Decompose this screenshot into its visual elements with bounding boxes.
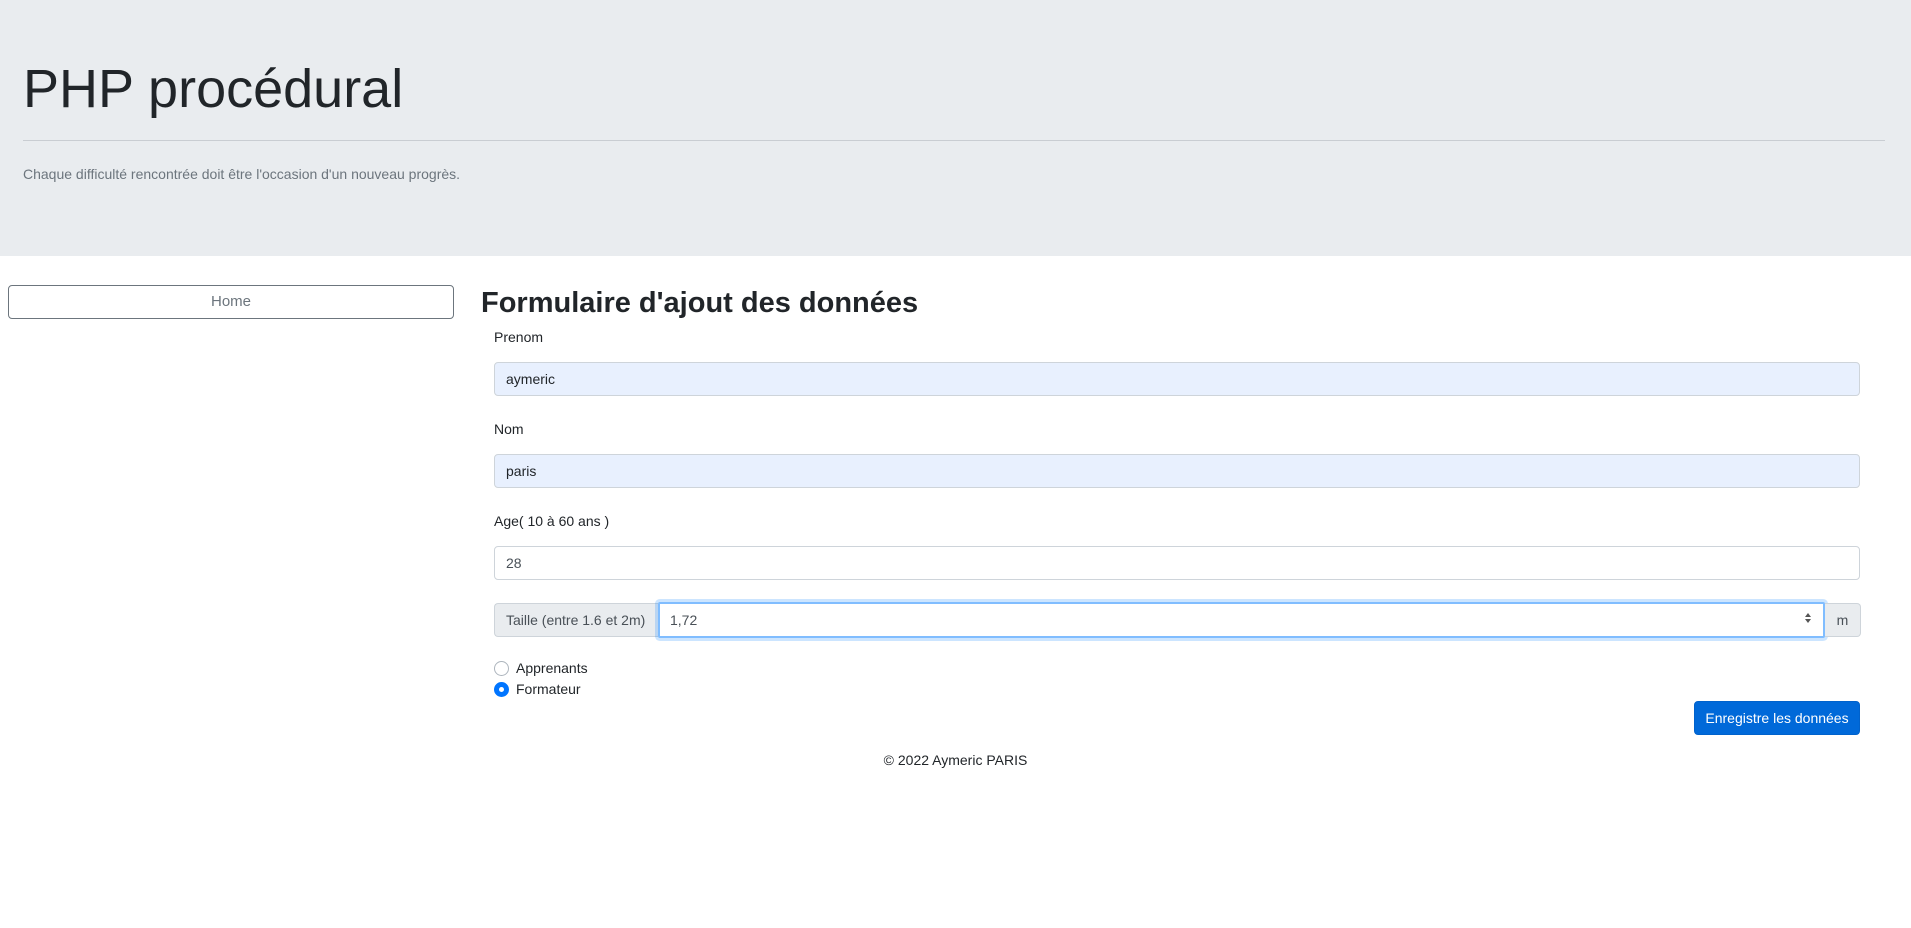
radio-apprenants-input[interactable] [494,660,509,676]
radio-formateur[interactable]: Formateur [494,679,581,699]
nom-input[interactable]: paris [494,454,1860,488]
submit-button[interactable]: Enregistre les données [1694,701,1860,735]
footer-copyright: © 2022 Aymeric PARIS [883,752,1028,768]
age-label: Age( 10 à 60 ans ) [494,513,610,529]
page-title: PHP procédural [23,59,404,119]
nom-label: Nom [494,421,524,437]
taille-suffix: m [1825,603,1861,637]
number-spinner[interactable] [1803,611,1813,629]
home-button[interactable]: Home [8,285,454,319]
radio-formateur-label: Formateur [516,681,581,697]
taille-prefix: Taille (entre 1.6 et 2m) [494,603,658,637]
taille-input[interactable]: 1,72 [658,602,1825,638]
divider [23,140,1885,141]
spinner-up-icon[interactable] [1805,613,1811,617]
spinner-down-icon[interactable] [1805,619,1811,623]
age-input[interactable]: 28 [494,546,1860,580]
radio-apprenants[interactable]: Apprenants [494,658,588,678]
prenom-label: Prenom [494,329,544,345]
prenom-input[interactable]: aymeric [494,362,1860,396]
radio-apprenants-label: Apprenants [516,660,588,676]
form-title: Formulaire d'ajout des données [481,287,919,319]
radio-formateur-input[interactable] [494,681,509,697]
taille-value: 1,72 [670,612,698,628]
jumbotron: PHP procédural Chaque difficulté rencont… [0,0,1911,256]
lead-text: Chaque difficulté rencontrée doit être l… [23,166,461,182]
